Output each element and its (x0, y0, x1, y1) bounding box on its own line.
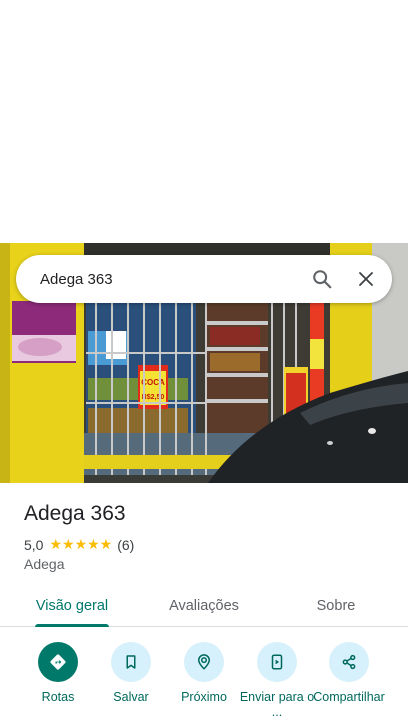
search-bar[interactable]: Adega 363 (16, 255, 392, 303)
search-icon[interactable] (304, 261, 340, 297)
tab-about[interactable]: Sobre (286, 585, 386, 627)
active-tab-indicator (35, 624, 109, 627)
rating-row[interactable]: 5,0 ★★★★★ (6) (24, 536, 134, 553)
star-rating-icon: ★★★★★ (49, 536, 113, 552)
map-area-blank (0, 0, 408, 243)
save-button[interactable]: Salvar (91, 642, 171, 705)
directions-icon (38, 642, 78, 682)
close-icon[interactable] (348, 261, 384, 297)
directions-label: Rotas (41, 690, 75, 704)
bookmark-icon (111, 642, 151, 682)
directions-button[interactable]: Rotas (18, 642, 98, 705)
send-to-phone-button[interactable]: Enviar para o ... (237, 642, 317, 720)
send-to-phone-label: Enviar para o ... (239, 690, 315, 719)
tab-overview[interactable]: Visão geral (22, 585, 122, 627)
place-category: Adega (24, 556, 65, 572)
save-label: Salvar (113, 690, 149, 704)
nearby-label: Próximo (181, 690, 227, 704)
tab-reviews[interactable]: Avaliações (154, 585, 254, 627)
rating-value: 5,0 (24, 536, 44, 553)
share-button[interactable]: Compartilhar (309, 642, 389, 720)
review-count: (6) (117, 536, 135, 553)
nearby-button[interactable]: Próximo (164, 642, 244, 705)
share-icon (329, 642, 369, 682)
search-input[interactable]: Adega 363 (40, 271, 304, 288)
send-to-phone-icon (257, 642, 297, 682)
share-label: Compartilhar (313, 690, 385, 704)
tab-bar: Visão geral Avaliações Sobre (0, 585, 408, 627)
nearby-icon (184, 642, 224, 682)
place-title: Adega 363 (24, 502, 126, 525)
